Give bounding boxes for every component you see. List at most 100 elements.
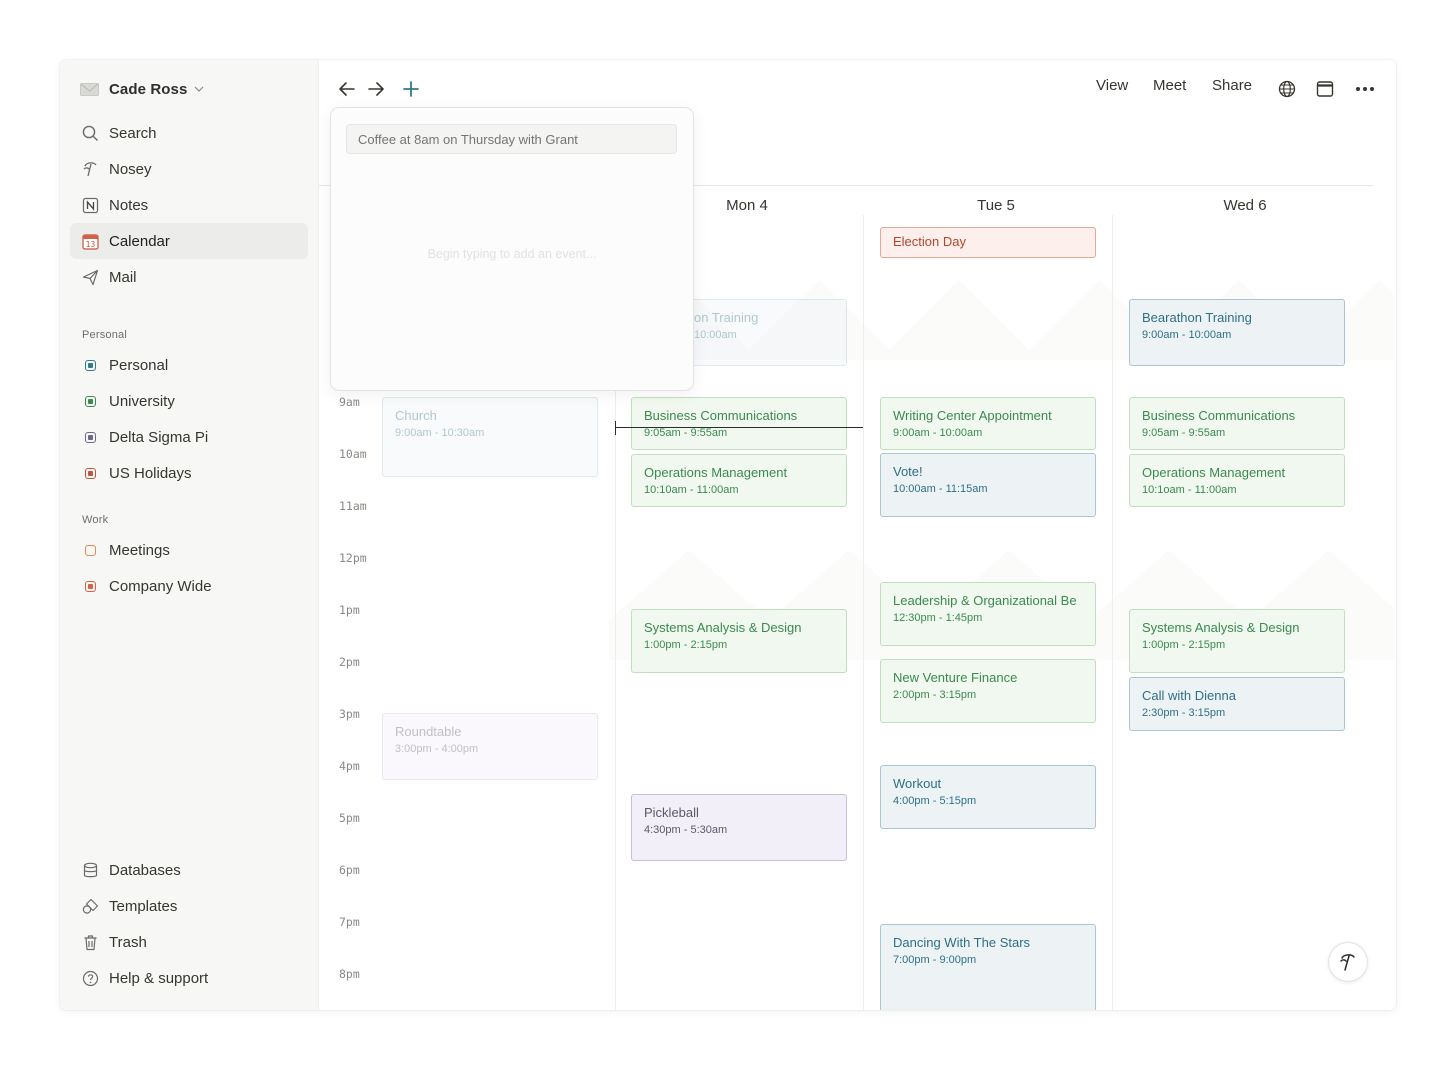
sidebar-item-search[interactable]: Search	[70, 115, 308, 151]
calendar-toggle-icon	[81, 392, 99, 410]
event-time: 2:00pm - 3:15pm	[893, 689, 977, 701]
calendar-event[interactable]: Church 9:00am - 10:30am	[382, 397, 598, 477]
current-time-marker	[615, 421, 616, 435]
calendar-event[interactable]: Writing Center Appointment 9:00am - 10:0…	[880, 397, 1096, 450]
sidebar-item-calendar[interactable]: 13 Calendar	[70, 223, 308, 259]
sidebar-item-label: Notes	[109, 196, 149, 214]
time-label: 11am	[339, 499, 367, 513]
calendar-item-us-holidays[interactable]: US Holidays	[70, 455, 308, 491]
calendar-event[interactable]: Pickleball 4:30pm - 5:30am	[631, 794, 847, 861]
calendar-event[interactable]: Systems Analysis & Design 1:00pm - 2:15p…	[1129, 609, 1345, 673]
event-time: 9:00am - 10:00am	[1142, 329, 1232, 341]
sidebar-item-label: Nosey	[109, 160, 152, 178]
calendar-event[interactable]: Bearathon Training 9:00am - 10:00am	[1129, 299, 1345, 366]
calendar-item-delta-sigma-pi[interactable]: Delta Sigma Pi	[70, 419, 308, 455]
time-label: 10am	[339, 447, 367, 461]
calendar-main: View Meet Share Mon 4 Tue 5 Wed 6 9am 10…	[319, 60, 1396, 1010]
sidebar-item-trash[interactable]: Trash	[70, 924, 308, 960]
sidebar-item-label: Calendar	[109, 232, 170, 250]
window-icon	[1316, 81, 1334, 97]
sidebar-item-notes[interactable]: Notes	[70, 187, 308, 223]
current-time-line	[615, 427, 863, 428]
calendar-item-company-wide[interactable]: Company Wide	[70, 568, 308, 604]
section-heading-work: Work	[82, 514, 109, 526]
timezone-button[interactable]	[1275, 77, 1299, 101]
add-event-button[interactable]	[399, 77, 423, 101]
time-label: 6pm	[339, 863, 360, 877]
sidebar-item-databases[interactable]: Databases	[70, 852, 308, 888]
event-title: Workout	[893, 776, 942, 791]
account-name: Cade Ross	[109, 80, 188, 98]
event-time: 7:00pm - 9:00pm	[893, 954, 977, 966]
calendar-item-university[interactable]: University	[70, 383, 308, 419]
event-time: 12:30pm - 1:45pm	[893, 612, 983, 624]
calendar-event[interactable]: Roundtable 3:00pm - 4:00pm	[382, 713, 598, 780]
arrow-left-icon	[339, 82, 355, 96]
quick-add-hint: Begin typing to add an event...	[427, 247, 597, 261]
sidebar-item-templates[interactable]: Templates	[70, 888, 308, 924]
time-label: 5pm	[339, 811, 360, 825]
chevron-down-icon	[195, 86, 204, 92]
calendar-event[interactable]: Workout 4:00pm - 5:15pm	[880, 765, 1096, 829]
event-title: Call with Dienna	[1142, 688, 1236, 703]
calendar-event[interactable]: Vote! 10:00am - 11:15am	[880, 453, 1096, 517]
sidebar-item-help[interactable]: Help & support	[70, 960, 308, 996]
event-time: 3:00pm - 4:00pm	[395, 743, 479, 755]
globe-icon	[1278, 80, 1296, 98]
calendar-event[interactable]: Business Communications 9:05am - 9:55am	[1129, 397, 1345, 450]
day-header-tue[interactable]: Tue 5	[872, 197, 1120, 214]
time-label: 4pm	[339, 759, 360, 773]
event-title: Business Communications	[1142, 408, 1296, 423]
mail-logo-icon	[80, 82, 99, 96]
assistant-button[interactable]	[1328, 942, 1368, 982]
calendar-event[interactable]: Business Communications 9:05am - 9:55am	[631, 397, 847, 450]
meet-button[interactable]: Meet	[1153, 77, 1186, 94]
calendar-item-meetings[interactable]: Meetings	[70, 532, 308, 568]
event-time: 10:00am	[694, 329, 737, 341]
calendar-toggle-icon	[81, 428, 99, 446]
sidebar-item-label: Mail	[109, 268, 137, 286]
calendar-item-personal[interactable]: Personal	[70, 347, 308, 383]
calendar-item-label: Meetings	[109, 541, 170, 559]
calendar-event[interactable]: Operations Management 10:10am - 11:00am	[631, 454, 847, 507]
plus-icon	[403, 81, 419, 97]
forward-button[interactable]	[364, 77, 388, 101]
time-label: 3pm	[339, 707, 360, 721]
event-title: Election Day	[893, 234, 966, 249]
sidebar-item-mail[interactable]: Mail	[70, 259, 308, 295]
event-title: Systems Analysis & Design	[1142, 620, 1300, 635]
calendar-event[interactable]: New Venture Finance 2:00pm - 3:15pm	[880, 659, 1096, 723]
calendar-event[interactable]: Call with Dienna 2:30pm - 3:15pm	[1129, 677, 1345, 731]
more-icon	[1356, 87, 1374, 91]
calendar-event[interactable]: Systems Analysis & Design 1:00pm - 2:15p…	[631, 609, 847, 673]
back-button[interactable]	[335, 77, 359, 101]
share-button[interactable]: Share	[1212, 77, 1252, 94]
sidebar-item-nosey[interactable]: Nosey	[70, 151, 308, 187]
more-button[interactable]	[1353, 77, 1377, 101]
event-time: 9:05am - 9:55am	[1142, 427, 1226, 439]
calendar-event[interactable]: Dancing With The Stars 7:00pm - 9:00pm	[880, 924, 1096, 1010]
account-switcher[interactable]: Cade Ross	[80, 80, 204, 98]
quick-add-popover: Begin typing to add an event...	[330, 107, 694, 391]
column-divider	[863, 215, 864, 1010]
sidebar-item-label: Templates	[109, 897, 178, 915]
app-window: Cade Ross Search Nosey Notes 13 Calendar…	[60, 60, 1396, 1010]
nosey-icon	[1340, 954, 1355, 971]
event-time: 4:30pm - 5:30am	[644, 824, 728, 836]
layout-button[interactable]	[1313, 77, 1337, 101]
send-icon	[81, 268, 99, 286]
calendar-event[interactable]: Operations Management 10:1oam - 11:00am	[1129, 454, 1345, 507]
event-time: 2:30pm - 3:15pm	[1142, 707, 1226, 719]
view-button[interactable]: View	[1096, 77, 1128, 94]
all-day-event[interactable]: Election Day	[880, 227, 1096, 258]
event-title: Leadership & Organizational Be	[893, 593, 1077, 608]
quick-add-input[interactable]	[346, 124, 677, 154]
day-header-wed[interactable]: Wed 6	[1121, 197, 1369, 214]
sidebar-item-label: Databases	[109, 861, 181, 879]
calendar-item-label: University	[109, 392, 175, 410]
arrow-right-icon	[368, 82, 384, 96]
event-time: 10:1oam - 11:00am	[1142, 484, 1237, 496]
time-label: 8pm	[339, 967, 360, 981]
calendar-event[interactable]: Leadership & Organizational Be 12:30pm -…	[880, 582, 1096, 646]
nosey-icon	[81, 160, 99, 178]
